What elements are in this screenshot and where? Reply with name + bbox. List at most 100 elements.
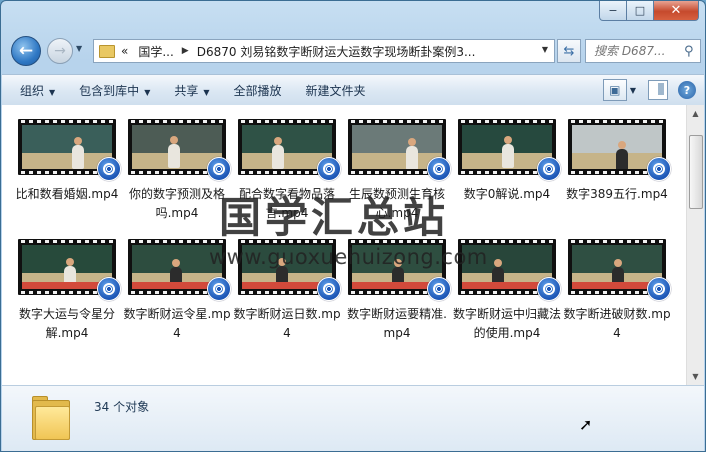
media-player-icon bbox=[97, 157, 121, 181]
video-thumbnail[interactable] bbox=[568, 119, 671, 181]
media-player-icon bbox=[427, 157, 451, 181]
watermark-title: 国学汇总站 bbox=[219, 193, 450, 242]
arrow-right-icon: → bbox=[54, 43, 66, 59]
organize-menu[interactable]: 组织 ▼ bbox=[20, 82, 55, 99]
scroll-up-icon[interactable]: ▲ bbox=[687, 105, 704, 122]
media-player-icon bbox=[537, 157, 561, 181]
address-segment-guoxue[interactable]: 国学... bbox=[138, 43, 173, 60]
address-overflow[interactable]: « bbox=[121, 44, 128, 58]
scroll-down-icon[interactable]: ▼ bbox=[687, 368, 704, 385]
maximize-button[interactable]: □ bbox=[627, 1, 654, 21]
include-in-library-label: 包含到库中 bbox=[79, 83, 140, 98]
media-player-icon bbox=[427, 277, 451, 301]
chevron-down-icon: ▼ bbox=[76, 44, 83, 53]
play-all-button[interactable]: 全部播放 bbox=[234, 82, 282, 99]
video-thumbnail[interactable] bbox=[18, 119, 121, 181]
caption-buttons: − □ ✕ bbox=[599, 1, 699, 21]
folder-icon bbox=[99, 44, 115, 58]
forward-button[interactable]: → bbox=[47, 38, 73, 64]
blackboard bbox=[352, 125, 442, 153]
file-name[interactable]: 比和数看婚姻.mp4 bbox=[13, 185, 121, 223]
lecturer-figure bbox=[272, 137, 284, 169]
vertical-scrollbar[interactable]: ▲ ▼ bbox=[686, 105, 704, 385]
lecturer-figure bbox=[616, 141, 628, 169]
file-name[interactable]: 数字大运与令星分解.mp4 bbox=[13, 305, 121, 343]
file-name[interactable]: 你的数字预测及格吗.mp4 bbox=[123, 185, 231, 223]
mouse-pointer-icon: ➚ bbox=[579, 415, 593, 434]
video-thumbnail[interactable] bbox=[128, 119, 231, 181]
lecturer-figure bbox=[406, 138, 418, 169]
file-name[interactable]: 数字0解说.mp4 bbox=[453, 185, 561, 223]
address-segment-current[interactable]: D6870 刘易铭数字断财运大运数字现场断卦案例3... bbox=[197, 43, 476, 60]
back-button[interactable]: ← bbox=[11, 36, 41, 66]
file-item[interactable]: 数字断进破财数.mp4 bbox=[562, 239, 672, 343]
play-all-label: 全部播放 bbox=[233, 83, 282, 98]
organize-label: 组织 bbox=[20, 83, 45, 98]
lecturer-figure bbox=[72, 137, 84, 169]
file-name[interactable]: 数字断财运令星.mp4 bbox=[123, 305, 231, 343]
change-view-button[interactable]: ▣ bbox=[602, 79, 627, 101]
media-player-icon bbox=[647, 157, 671, 181]
media-player-icon bbox=[207, 277, 231, 301]
media-player-icon bbox=[317, 277, 341, 301]
file-item[interactable]: 你的数字预测及格吗.mp4 bbox=[122, 119, 232, 223]
file-name[interactable]: 数字断财运日数.mp4 bbox=[233, 305, 341, 343]
item-count: 34 个对象 bbox=[94, 400, 150, 414]
file-name[interactable]: 数字断财运中归藏法的使用.mp4 bbox=[453, 305, 561, 343]
lecturer-figure bbox=[502, 136, 514, 168]
preview-pane-button[interactable] bbox=[648, 80, 668, 100]
blackboard bbox=[242, 125, 332, 153]
new-folder-label: 新建文件夹 bbox=[305, 83, 366, 98]
address-bar[interactable]: « 国学... ▶ D6870 刘易铭数字断财运大运数字现场断卦案例3... ▼ bbox=[93, 39, 555, 63]
media-player-icon bbox=[537, 277, 561, 301]
explorer-window: − □ ✕ ← → ▼ « 国学... ▶ D6870 刘易铭数字断财运大运数字… bbox=[0, 0, 706, 452]
close-button[interactable]: ✕ bbox=[654, 1, 699, 21]
video-thumbnail[interactable] bbox=[568, 239, 671, 301]
view-icon: ▣ bbox=[609, 83, 621, 97]
view-controls: ▣ ▼ ? bbox=[602, 79, 696, 101]
new-folder-button[interactable]: 新建文件夹 bbox=[306, 82, 366, 99]
chevron-down-icon[interactable]: ▼ bbox=[542, 45, 548, 54]
file-item[interactable]: 数字389五行.mp4 bbox=[562, 119, 672, 223]
refresh-icon: ⇆ bbox=[563, 43, 575, 59]
media-player-icon bbox=[97, 277, 121, 301]
video-thumbnail[interactable] bbox=[458, 119, 561, 181]
scrollbar-thumb[interactable] bbox=[689, 135, 703, 209]
search-box[interactable]: ⚲ bbox=[585, 39, 701, 63]
refresh-button[interactable]: ⇆ bbox=[557, 39, 581, 63]
arrow-left-icon: ← bbox=[18, 41, 34, 61]
navigation-bar: ← → ▼ « 国学... ▶ D6870 刘易铭数字断财运大运数字现场断卦案例… bbox=[9, 34, 701, 68]
recent-pages-dropdown[interactable]: ▼ bbox=[76, 44, 82, 53]
help-button[interactable]: ? bbox=[678, 81, 696, 99]
file-item[interactable]: 比和数看婚姻.mp4 bbox=[12, 119, 122, 223]
media-player-icon bbox=[647, 277, 671, 301]
video-thumbnail[interactable] bbox=[238, 119, 341, 181]
chevron-right-icon[interactable]: ▶ bbox=[182, 46, 189, 56]
share-label: 共享 bbox=[174, 83, 199, 98]
blackboard bbox=[572, 125, 662, 153]
chevron-down-icon[interactable]: ▼ bbox=[630, 86, 636, 95]
chevron-down-icon: ▼ bbox=[144, 87, 151, 97]
chevron-down-icon: ▼ bbox=[203, 87, 210, 97]
command-bar: 组织 ▼ 包含到库中 ▼ 共享 ▼ 全部播放 新建文件夹 ▣ ▼ ? bbox=[2, 74, 704, 106]
file-name[interactable]: 数字断进破财数.mp4 bbox=[563, 305, 671, 343]
lecturer-figure bbox=[168, 136, 180, 168]
file-name[interactable]: 数字389五行.mp4 bbox=[563, 185, 671, 223]
chevron-down-icon: ▼ bbox=[49, 87, 56, 97]
details-pane: 34 个对象 ➚ bbox=[2, 385, 704, 451]
search-icon[interactable]: ⚲ bbox=[684, 44, 694, 59]
blackboard bbox=[22, 125, 112, 153]
folder-icon bbox=[32, 396, 70, 440]
search-input[interactable] bbox=[592, 43, 682, 59]
share-menu[interactable]: 共享 ▼ bbox=[174, 82, 209, 99]
include-in-library-menu[interactable]: 包含到库中 ▼ bbox=[79, 82, 150, 99]
media-player-icon bbox=[317, 157, 341, 181]
media-player-icon bbox=[207, 157, 231, 181]
video-thumbnail[interactable] bbox=[348, 119, 451, 181]
video-thumbnail[interactable] bbox=[18, 239, 121, 301]
file-item[interactable]: 数字大运与令星分解.mp4 bbox=[12, 239, 122, 343]
file-name[interactable]: 数字断财运要精准.mp4 bbox=[343, 305, 451, 343]
file-item[interactable]: 数字0解说.mp4 bbox=[452, 119, 562, 223]
help-icon: ? bbox=[683, 83, 691, 97]
minimize-button[interactable]: − bbox=[599, 1, 627, 21]
